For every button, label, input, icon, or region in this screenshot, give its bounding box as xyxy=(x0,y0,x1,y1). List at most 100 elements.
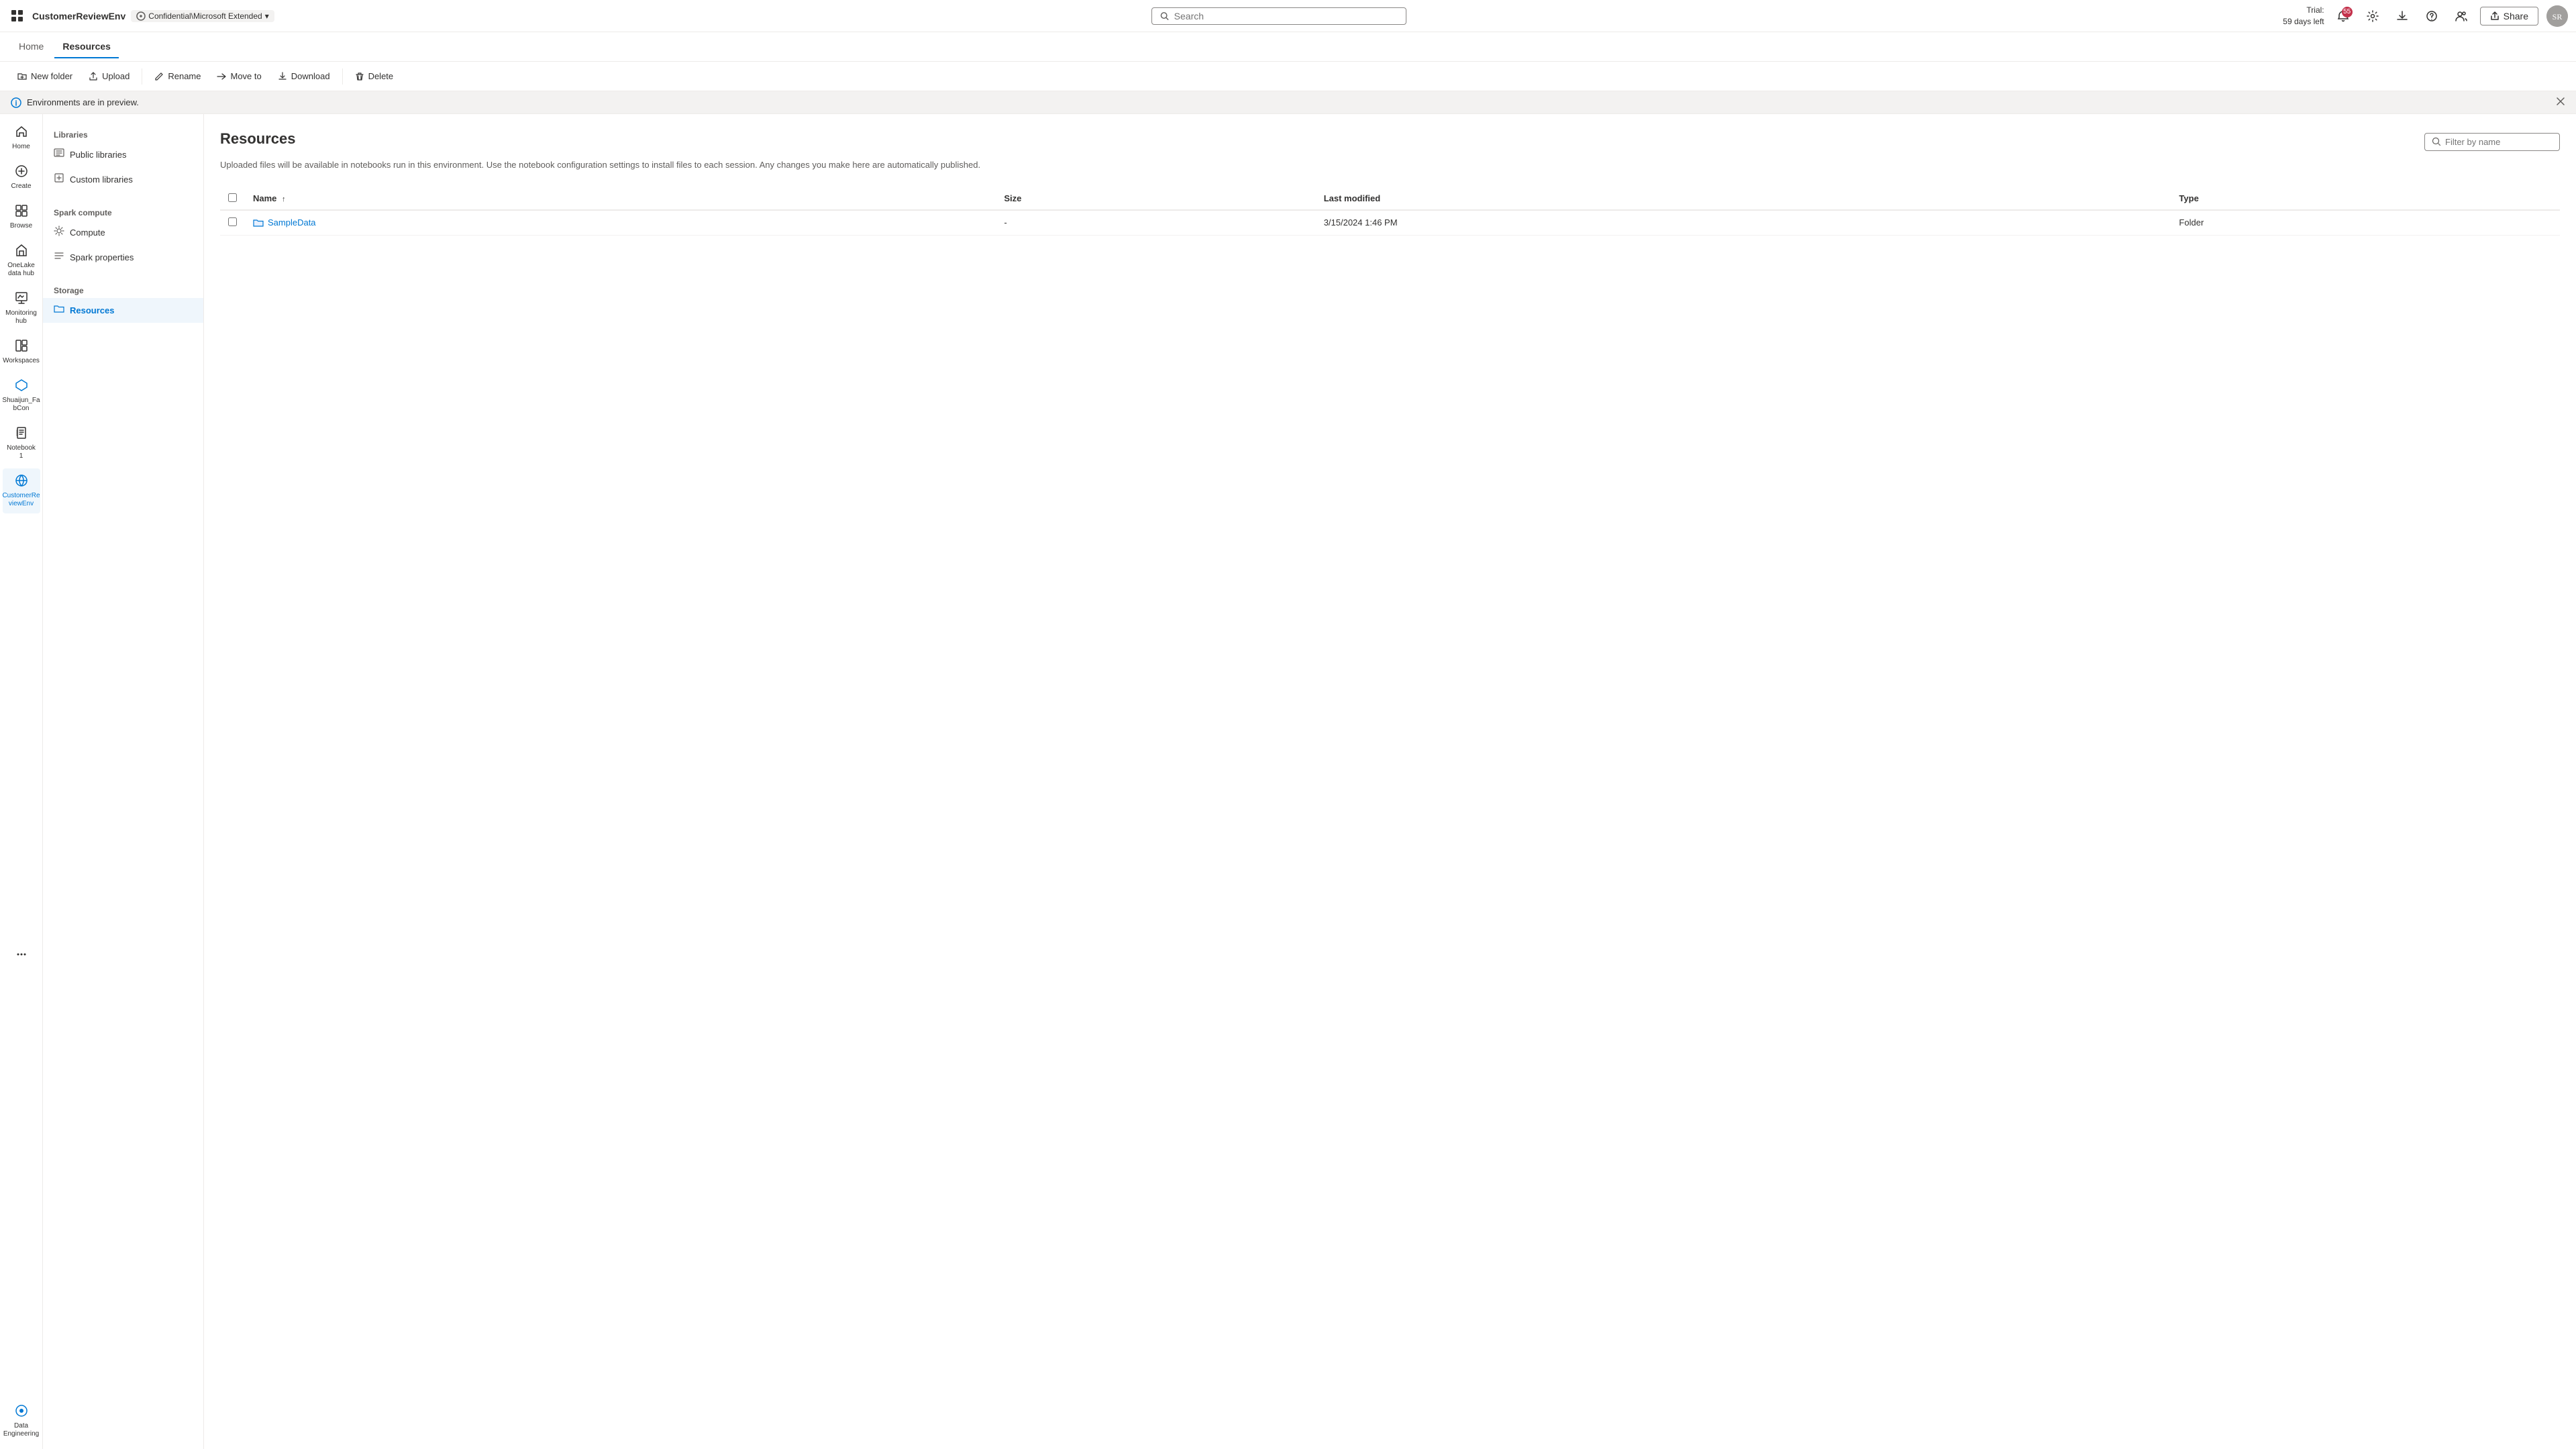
create-icon xyxy=(15,164,28,181)
workspaces-icon xyxy=(15,339,28,356)
table-header-row: Name ↑ Size Last modified Type xyxy=(220,188,2560,210)
env-label: Confidential\Microsoft Extended xyxy=(148,11,262,21)
sidebar-item-customerenv[interactable]: CustomerRe viewEnv xyxy=(3,468,40,513)
notification-badge: 55 xyxy=(2342,7,2353,17)
column-last-modified[interactable]: Last modified xyxy=(1316,188,2171,210)
column-name[interactable]: Name ↑ xyxy=(245,188,996,210)
folder-link[interactable]: SampleData xyxy=(253,217,988,228)
spark-properties-label: Spark properties xyxy=(70,252,134,262)
sidebar-item-create[interactable]: Create xyxy=(3,159,40,196)
env-badge[interactable]: Confidential\Microsoft Extended ▾ xyxy=(131,10,274,22)
search-box[interactable] xyxy=(1151,7,1406,25)
delete-icon xyxy=(355,72,364,81)
search-icon xyxy=(1160,11,1169,21)
sidebar-item-onelake[interactable]: OneLake data hub xyxy=(3,238,40,283)
sidebar-item-shaijun[interactable]: Shuaijun_Fa bCon xyxy=(3,373,40,418)
people-button[interactable] xyxy=(2451,5,2472,27)
compute-icon xyxy=(54,226,64,240)
sidebar-onelake-label: OneLake data hub xyxy=(5,262,38,278)
delete-button[interactable]: Delete xyxy=(348,68,401,85)
notebook1-icon xyxy=(15,426,28,443)
panel-item-compute[interactable]: Compute xyxy=(43,220,203,245)
content-area: Resources Uploaded files will be availab… xyxy=(204,114,2576,1449)
row-last-modified: 3/15/2024 1:46 PM xyxy=(1316,210,2171,236)
filter-by-name-input[interactable] xyxy=(2445,137,2553,147)
column-type[interactable]: Type xyxy=(2171,188,2560,210)
sidebar-item-dataeng[interactable]: Data Engineering xyxy=(3,1399,40,1444)
row-checkbox[interactable] xyxy=(228,217,237,226)
app-name: CustomerReviewEnv xyxy=(32,11,125,21)
sidebar-shaijun-label: Shuaijun_Fa bCon xyxy=(2,397,40,413)
sidebar-item-more[interactable] xyxy=(3,942,40,970)
upload-button[interactable]: Upload xyxy=(82,68,136,85)
panel-item-resources[interactable]: Resources xyxy=(43,298,203,323)
row-checkbox-cell[interactable] xyxy=(220,210,245,236)
sidebar-workspaces-label: Workspaces xyxy=(3,357,40,365)
download-button[interactable] xyxy=(2391,5,2413,27)
search-input[interactable] xyxy=(1174,11,1398,21)
preview-banner-text: Environments are in preview. xyxy=(11,97,139,108)
preview-banner: Environments are in preview. xyxy=(0,91,2576,114)
close-banner-button[interactable] xyxy=(2556,97,2565,108)
resources-label: Resources xyxy=(70,305,114,315)
sidebar-nav: Home Create Browse OneLake data hub Moni… xyxy=(0,114,43,1449)
sidebar-item-home[interactable]: Home xyxy=(3,119,40,156)
row-size: - xyxy=(996,210,1315,236)
libraries-section-title: Libraries xyxy=(43,125,203,142)
notifications-button[interactable]: 55 xyxy=(2332,5,2354,27)
column-size[interactable]: Size xyxy=(996,188,1315,210)
sidebar-item-workspaces[interactable]: Workspaces xyxy=(3,334,40,370)
more-icon xyxy=(15,948,28,964)
select-all-input[interactable] xyxy=(228,193,237,202)
info-icon xyxy=(11,97,21,108)
sidebar-item-notebook1[interactable]: Notebook 1 xyxy=(3,421,40,466)
topbar: CustomerReviewEnv Confidential\Microsoft… xyxy=(0,0,2576,32)
folder-icon xyxy=(253,217,264,228)
filter-search-icon xyxy=(2432,137,2441,146)
monitoring-icon xyxy=(15,291,28,308)
settings-button[interactable] xyxy=(2362,5,2383,27)
upload-icon xyxy=(89,72,98,81)
panel-item-custom-libraries[interactable]: Custom libraries xyxy=(43,167,203,192)
topbar-left: CustomerReviewEnv Confidential\Microsoft… xyxy=(8,7,274,26)
topbar-center xyxy=(282,7,2275,25)
share-label: Share xyxy=(2504,11,2528,21)
new-folder-icon xyxy=(17,72,27,81)
select-all-checkbox[interactable] xyxy=(220,188,245,210)
row-type: Folder xyxy=(2171,210,2560,236)
left-panel: Libraries Public libraries Custom librar… xyxy=(43,114,204,1449)
compute-label: Compute xyxy=(70,228,105,238)
sidebar-item-browse[interactable]: Browse xyxy=(3,199,40,236)
move-to-button[interactable]: Move to xyxy=(210,68,268,85)
public-libraries-label: Public libraries xyxy=(70,150,127,160)
panel-item-public-libraries[interactable]: Public libraries xyxy=(43,142,203,167)
tab-home[interactable]: Home xyxy=(11,36,52,58)
sidebar-dataeng-label: Data Engineering xyxy=(3,1422,39,1438)
browse-icon xyxy=(15,204,28,221)
download-file-button[interactable]: Download xyxy=(271,68,337,85)
env-chevron-icon: ▾ xyxy=(265,11,269,21)
rename-icon xyxy=(154,72,164,81)
toolbar: New folder Upload Rename Move to Downloa… xyxy=(0,62,2576,91)
filter-input[interactable] xyxy=(2424,133,2560,151)
main: Home Create Browse OneLake data hub Moni… xyxy=(0,114,2576,1449)
share-button[interactable]: Share xyxy=(2480,7,2538,26)
custom-libraries-label: Custom libraries xyxy=(70,174,133,185)
tab-resources[interactable]: Resources xyxy=(54,36,119,58)
panel-item-spark-properties[interactable]: Spark properties xyxy=(43,245,203,270)
sidebar-item-monitoring[interactable]: Monitoring hub xyxy=(3,286,40,331)
customerenv-icon xyxy=(15,474,28,491)
help-button[interactable] xyxy=(2421,5,2442,27)
resources-table: Name ↑ Size Last modified Type xyxy=(220,188,2560,236)
custom-libraries-icon xyxy=(54,172,64,187)
home-icon xyxy=(15,125,28,142)
sort-icon: ↑ xyxy=(282,195,286,203)
dataeng-icon xyxy=(15,1404,28,1421)
app-grid-icon[interactable] xyxy=(8,7,27,26)
resources-icon xyxy=(54,303,64,317)
new-folder-button[interactable]: New folder xyxy=(11,68,79,85)
rename-button[interactable]: Rename xyxy=(148,68,207,85)
nav-tabs: Home Resources xyxy=(0,32,2576,62)
sidebar-customerenv-label: CustomerRe viewEnv xyxy=(2,492,40,508)
avatar[interactable] xyxy=(2546,5,2568,27)
